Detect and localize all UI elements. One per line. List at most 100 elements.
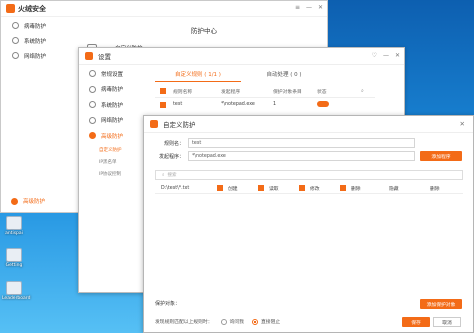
column-header: 状态 [317,89,327,95]
custom-protection-dialog: 自定义防护 ✕ 规则名： test 发起程序： *\notepad.exe 添加… [143,115,474,333]
settings-item-system[interactable]: 系统防护 [79,97,147,113]
sidebar-item-system[interactable]: 系统防护 [1,33,71,48]
sidebar-item-virus[interactable]: 病毒防护 [1,18,71,33]
close-icon[interactable]: ✕ [395,52,400,59]
heart-icon[interactable]: ♡ [372,52,377,59]
add-program-button[interactable]: 添加程序 [420,151,462,161]
huorong-logo-icon [85,52,93,60]
radio-block[interactable] [251,318,258,325]
protect-object-label: 保护对象： [155,301,181,307]
search-input[interactable]: ⌕ 搜索 [155,170,463,180]
search-placeholder: 搜索 [167,173,177,178]
program-field[interactable]: *\notepad.exe [188,151,415,161]
huorong-logo-icon [6,4,15,13]
dialog-title: 自定义防护 [163,121,196,129]
save-button[interactable]: 保存 [402,317,430,327]
desktop-icon-label: Getting [5,263,23,268]
settings-subitem-ip-blacklist[interactable]: IP黑名单 [79,156,147,168]
app-icon [6,281,22,295]
settings-item-label: 系统防护 [101,102,124,109]
perm-label: 删除 [351,186,361,192]
status-toggle[interactable] [317,100,329,107]
menu-icon[interactable]: ≡ [295,4,300,11]
desktop-icon-2[interactable]: Getting [2,248,26,268]
rule-table: 规则名称 发起程序 保护对象条目 状态 ⌕ test *\notepad.exe… [155,85,375,111]
sidebar-item-label: 系统防护 [24,38,47,45]
perm-label: 创建 [228,186,238,192]
system-protection-icon [12,37,19,44]
settings-item-label: 网络防护 [101,118,124,125]
perm-hide[interactable]: 隐藏 [381,185,422,192]
window-controls: ≡ — ✕ [295,4,323,11]
column-header: 发起程序 [221,89,241,95]
perm-create[interactable]: 创建 [217,185,258,192]
status-cell[interactable] [317,100,347,109]
desktop-icon-3[interactable]: Leaderboard [2,281,30,301]
column-header: 规则名称 [173,89,193,95]
tab-custom-rules[interactable]: 自定义规则 ( 1/1 ) [155,70,241,82]
permission-row[interactable]: D:\test\*.txt 创建 读取 修改 删除 隐藏 删除 [155,183,463,194]
perm-label: 删除 [430,186,440,192]
settings-subitem-ip-protocol[interactable]: IP协议控制 [79,168,147,180]
perm-label: 隐藏 [389,186,399,192]
checkbox[interactable] [299,185,305,191]
select-all-checkbox[interactable] [160,88,166,94]
program-row: 发起程序： *\notepad.exe [154,151,415,161]
search-icon: ⌕ [162,173,165,178]
main-sidebar: 病毒防护 系统防护 网络防护 高级防护 [1,18,71,213]
table-header: 规则名称 发起程序 保护对象条目 状态 ⌕ [155,85,375,98]
advanced-icon [89,132,96,140]
table-row[interactable]: test *\notepad.exe 1 [155,98,375,111]
perm-delete-2[interactable]: 删除 [422,185,463,192]
settings-item-general[interactable]: 常规设置 [79,66,147,82]
desktop-icon-1[interactable]: antispai [2,216,26,236]
settings-window-controls: ♡ — ✕ [372,52,400,59]
perm-label: 读取 [269,186,279,192]
settings-title: 设置 [98,53,111,61]
row-checkbox[interactable] [160,101,166,108]
close-icon[interactable]: ✕ [318,4,323,11]
virus-icon [89,85,96,93]
advanced-protection-icon [11,197,18,205]
radio-ask[interactable] [220,318,227,325]
settings-item-virus[interactable]: 病毒防护 [79,82,147,98]
tab-auto-handle[interactable]: 自动处理 ( 0 ) [241,70,327,82]
match-action-label: 发现规则匹配以上规则时： [155,320,213,325]
add-protect-object-button[interactable]: 添加保护对象 [420,299,462,309]
close-icon[interactable]: ✕ [460,120,465,128]
perm-modify[interactable]: 修改 [299,185,340,192]
app-title: 火绒安全 [18,4,46,13]
minimize-icon[interactable]: — [383,52,389,59]
perm-delete[interactable]: 删除 [340,185,381,192]
settings-item-advanced[interactable]: 高级防护 [79,128,147,144]
radio-ask-label: 询问我 [229,320,244,325]
network-protection-icon [12,52,19,59]
checkbox[interactable] [258,185,264,191]
program-cell: *\notepad.exe [221,102,255,107]
search-icon[interactable]: ⌕ [361,88,364,94]
desktop-icon-label: antispai [5,231,23,236]
network-icon [89,116,96,124]
sidebar-item-network[interactable]: 网络防护 [1,48,71,63]
settings-item-network[interactable]: 网络防护 [79,113,147,129]
minimize-icon[interactable]: — [306,4,312,11]
radio-block-label: 直接阻止 [260,320,281,325]
checkbox[interactable] [217,185,223,191]
cancel-button[interactable]: 取消 [433,317,461,327]
perm-read[interactable]: 读取 [258,185,299,192]
settings-subitem-custom[interactable]: 自定义防护 [79,144,147,156]
rule-name-label: 规则名： [163,140,184,147]
sidebar-item-advanced[interactable]: 高级防护 [11,197,45,205]
rule-name-row: 规则名： test [154,138,415,148]
main-titlebar: 火绒安全 [1,1,327,17]
page-title: 防护中心 [191,27,217,35]
dialog-titlebar: 自定义防护 [144,116,473,133]
general-icon [89,70,96,78]
checkbox[interactable] [340,185,346,191]
rule-name-field[interactable]: test [188,138,415,148]
settings-titlebar: 设置 [79,48,404,65]
virus-protection-icon [12,22,19,29]
sidebar-item-label: 高级防护 [23,199,46,205]
protect-path: D:\test\*.txt [161,185,190,191]
sidebar-item-label: 病毒防护 [24,23,47,30]
